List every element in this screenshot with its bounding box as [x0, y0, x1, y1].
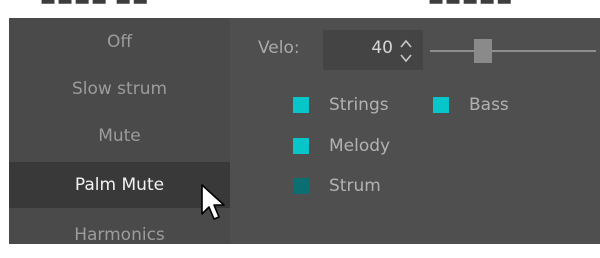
cropped-left-heading: ▬▬▬▬ ▬▬ — [40, 0, 150, 10]
strings-checkbox[interactable] — [293, 97, 309, 113]
velocity-label: Velo: — [258, 38, 300, 58]
mode-item-label: Mute — [98, 126, 141, 146]
mode-item-label: Off — [106, 32, 133, 52]
mode-item-harmonics[interactable]: Harmonics — [9, 212, 230, 258]
velocity-stepper-icon[interactable] — [398, 37, 414, 65]
strum-label: Strum — [329, 176, 381, 196]
mode-item-label: Palm Mute — [74, 175, 165, 195]
articulation-panel-crop: ▬▬▬▬ ▬▬ ▬▬▬▬▬ Off Slow strum Mute Palm M… — [0, 0, 600, 245]
strings-label: Strings — [329, 95, 389, 115]
cropped-header-strip: ▬▬▬▬ ▬▬ ▬▬▬▬▬ — [0, 0, 600, 20]
velocity-slider-track[interactable] — [430, 50, 596, 52]
mode-item-off[interactable]: Off — [9, 19, 230, 65]
mode-item-palm-mute[interactable]: Palm Mute — [9, 162, 230, 208]
melody-checkbox[interactable] — [293, 138, 309, 154]
bass-label: Bass — [469, 95, 509, 115]
mode-item-slow-strum[interactable]: Slow strum — [9, 66, 230, 112]
melody-label: Melody — [329, 136, 391, 156]
cropped-right-heading: ▬▬▬▬▬ — [428, 0, 514, 10]
mouse-pointer-icon — [201, 184, 225, 220]
mode-item-label: Slow strum — [71, 79, 168, 99]
velocity-slider-thumb[interactable] — [474, 39, 492, 63]
velocity-value: 40 — [371, 38, 393, 58]
mode-item-mute[interactable]: Mute — [9, 113, 230, 159]
strum-checkbox[interactable] — [293, 178, 309, 194]
mode-item-label: Harmonics — [74, 225, 165, 245]
bass-checkbox[interactable] — [433, 97, 449, 113]
